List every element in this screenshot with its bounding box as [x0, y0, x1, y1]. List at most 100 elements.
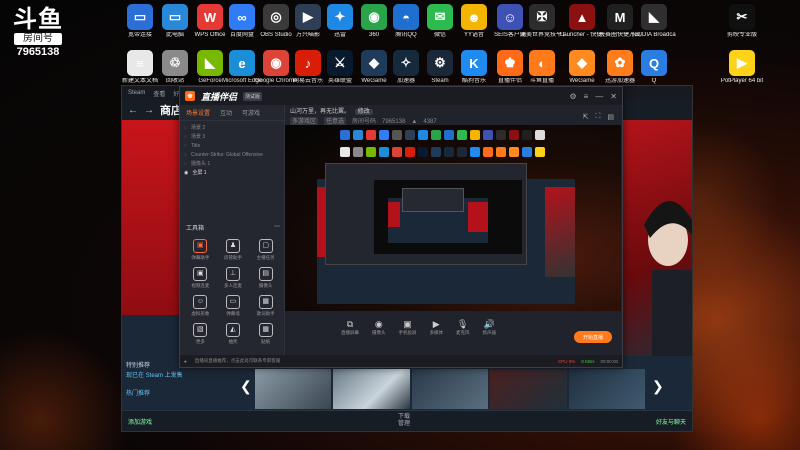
downloads-label: 下载: [397, 414, 410, 420]
downloads-button[interactable]: 下载 管理: [398, 414, 410, 428]
tool-icon: ▣: [193, 239, 208, 253]
desktop-shortcut[interactable]: ✠ 完美世界竞技平台: [520, 4, 564, 39]
nvidia-icon: ◣: [641, 4, 667, 30]
scene-item[interactable]: ◉ 全屏 1: [184, 169, 280, 178]
tool-icon: ▭: [225, 295, 240, 309]
tool-icon: ☺: [193, 295, 208, 309]
source-button[interactable]: ▣ 手机投屏: [399, 319, 417, 336]
desktop-shortcut[interactable]: ▶ PotPlayer 64 bit: [720, 50, 764, 85]
layout-icon[interactable]: ▤: [607, 113, 614, 121]
source-icon: ▣: [403, 319, 412, 329]
featured-link[interactable]: 现已在 Steam 上发售: [126, 371, 183, 381]
tool-icon: ▤: [258, 267, 273, 281]
source-button[interactable]: 🔊 扬声器: [483, 319, 497, 336]
steam-banner-left[interactable]: [122, 120, 180, 315]
featured-link[interactable]: 热门推荐: [126, 389, 183, 399]
source-button[interactable]: ⧉ 直播屏幕: [341, 319, 359, 336]
carousel-item[interactable]: [568, 369, 646, 409]
eye-icon[interactable]: ◌: [184, 151, 187, 160]
minimize-icon[interactable]: —: [595, 92, 603, 101]
toolbox-item[interactable]: ▭ 弹幕墙: [217, 295, 250, 317]
source-label: 多媒体: [429, 330, 444, 335]
tool-icon: ▢: [258, 239, 273, 253]
text-file-icon: ≡: [127, 50, 153, 76]
toolbox-item[interactable]: ▢ 主播任务: [249, 239, 282, 261]
more-icon[interactable]: ⋯: [274, 223, 280, 232]
preview-icons: ⇱ ⛶ ▤: [583, 113, 614, 121]
source-icon: ▶: [432, 319, 440, 329]
scene-label: Counter-Strike: Global Offensive: [190, 152, 263, 158]
add-game-button[interactable]: 添加游戏: [128, 417, 152, 426]
preview-nested-window: [325, 163, 527, 265]
toolbox-item[interactable]: ▦ 贴纸: [249, 323, 282, 345]
eye-icon[interactable]: ◌: [184, 133, 187, 142]
source-button[interactable]: ◉ 摄像头: [372, 319, 386, 336]
live-app-icon: ♚: [185, 91, 195, 101]
desktop-shortcut[interactable]: ◣ NVIDIA Broadcast: [632, 4, 676, 39]
xunyou-icon: ✿: [607, 50, 633, 76]
source-label: 扬声器: [482, 330, 497, 335]
start-stream-button[interactable]: 开始直播: [574, 331, 612, 343]
desktop-shortcut[interactable]: ✂ 剪映专业版: [720, 4, 764, 39]
carousel-item[interactable]: [490, 369, 567, 409]
toolbox-item[interactable]: ▧ 更多: [184, 323, 217, 345]
scene-item[interactable]: ◌ Counter-Strike: Global Offensive: [184, 151, 280, 160]
toolbox-item[interactable]: ☺ 虚拟形象: [184, 295, 217, 317]
steam-banner-right[interactable]: [622, 120, 692, 360]
scene-item[interactable]: ◌ 摄像头 1: [184, 160, 280, 169]
tool-icon: ▦: [258, 295, 273, 309]
fullscreen-icon[interactable]: ⛶: [595, 113, 600, 121]
stream-title: 山河万里，再无比翼。: [290, 109, 351, 115]
toolbox-item[interactable]: ▣ 视频连麦: [184, 267, 217, 289]
carousel-right-icon[interactable]: ❯: [652, 378, 664, 395]
desktop-shortcut[interactable]: QQ: [632, 50, 676, 85]
scene-item[interactable]: ◌ 场景 3: [184, 133, 280, 142]
scene-item[interactable]: ◌ 场景 2: [184, 124, 280, 133]
menu-icon[interactable]: ≡: [584, 92, 589, 101]
scene-item[interactable]: ◌ Title: [184, 142, 280, 151]
toolbox-item[interactable]: ▦ 歌词助手: [249, 295, 282, 317]
beta-badge: 测试版: [243, 91, 263, 101]
eye-icon[interactable]: ◌: [184, 160, 187, 169]
toolbox-item[interactable]: ♟ 房管助手: [217, 239, 250, 261]
carousel-left-icon[interactable]: ❮: [240, 378, 252, 395]
back-arrow-icon[interactable]: ←: [128, 105, 138, 116]
eye-icon[interactable]: ◉: [184, 169, 188, 178]
carousel-item[interactable]: [333, 369, 410, 409]
desktop-shortcut-label: 斗鱼直播: [529, 78, 554, 84]
scene-list: ◌ 场景 2 ◌ 场景 3 ◌ Title ◌ Counter-Strike: Glob…: [180, 121, 284, 181]
steam-menu-item[interactable]: Steam: [128, 90, 145, 96]
desktop-shortcut[interactable]: ◐ 斗鱼直播: [520, 50, 564, 85]
tool-label: 主播任务: [256, 255, 275, 260]
forward-arrow-icon[interactable]: →: [144, 105, 154, 116]
eye-icon[interactable]: ◌: [184, 124, 187, 133]
mw-icon: M: [607, 4, 633, 30]
settings-icon[interactable]: ⚙: [569, 92, 576, 101]
friends-chat-button[interactable]: 好友与聊天: [656, 417, 686, 426]
steam-menu-item[interactable]: 查看: [153, 89, 165, 98]
toolbox-item[interactable]: ▤ 摄像头: [249, 267, 282, 289]
tab-interact[interactable]: 互动: [220, 108, 232, 117]
source-button[interactable]: 🎙 麦克风: [456, 319, 470, 336]
tab-games[interactable]: 可游戏: [242, 108, 260, 117]
tool-label: 歌词助手: [256, 311, 275, 316]
eye-icon[interactable]: ◌: [184, 142, 187, 151]
launcher-icon: ▲: [569, 4, 595, 30]
kugou-icon: K: [461, 50, 487, 76]
share-icon[interactable]: ⇱: [583, 113, 589, 121]
steam-bottom-bar: 添加游戏 下载 管理 好友与聊天: [122, 410, 692, 431]
live-companion-window[interactable]: ♚ 直播伴侣 测试版 ⚙ ≡ — ✕ 场景设置 互动 可游戏 ◌ 场景 2 ◌ 场景…: [179, 86, 623, 368]
carousel-item[interactable]: [255, 369, 332, 409]
source-button[interactable]: ▶ 多媒体: [430, 319, 444, 336]
toolbox-item[interactable]: ▣ 弹幕助手: [184, 239, 217, 261]
close-icon[interactable]: ✕: [610, 92, 617, 101]
live-left-panel: 场景设置 互动 可游戏 ◌ 场景 2 ◌ 场景 3 ◌ Title ◌ Counter-…: [180, 105, 285, 355]
carousel-item[interactable]: [411, 369, 489, 409]
tab-scenes[interactable]: 场景设置: [186, 108, 210, 117]
game-carousel[interactable]: [255, 369, 646, 409]
toolbox-item[interactable]: ⊥ 多人连麦: [217, 267, 250, 289]
stream-preview[interactable]: [285, 125, 621, 311]
status-message[interactable]: 直播间直播推荐，点击此处可联系专职客服: [195, 358, 281, 364]
edit-title-button[interactable]: 修改: [354, 109, 373, 115]
toolbox-item[interactable]: ◭ 抽奖: [217, 323, 250, 345]
